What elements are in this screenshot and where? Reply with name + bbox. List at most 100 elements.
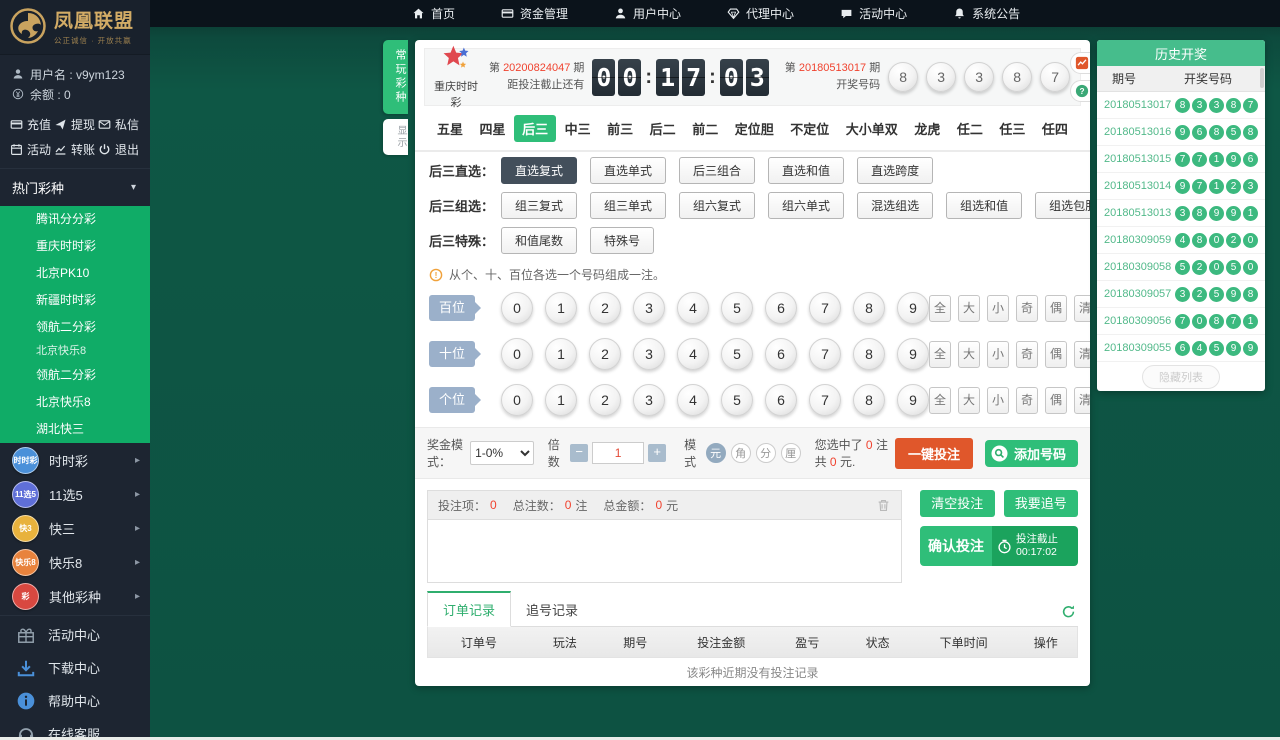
hot-lottery-item[interactable]: 重庆时时彩 <box>0 233 150 260</box>
favorite-lottery-tab[interactable]: 常玩彩种 <box>383 40 408 114</box>
nav-item-6[interactable]: 系统公告 <box>953 5 1020 22</box>
bet-option-和值尾数[interactable]: 和值尾数 <box>501 227 578 254</box>
digit-ball-6[interactable]: 6 <box>765 384 797 416</box>
multiple-input[interactable] <box>592 442 645 464</box>
clear-bets-button[interactable]: 清空投注 <box>920 490 995 517</box>
digit-ball-4[interactable]: 4 <box>677 292 709 324</box>
play-tab-定位胆[interactable]: 定位胆 <box>727 115 782 142</box>
quick-button-奇[interactable]: 奇 <box>1016 386 1038 414</box>
footer-下载中心[interactable]: 下载中心 <box>0 651 150 684</box>
quick-button-全[interactable]: 全 <box>929 294 951 322</box>
hot-lottery-item[interactable]: 湖北快三 <box>0 416 150 443</box>
quick-button-偶[interactable]: 偶 <box>1045 340 1067 368</box>
quick-button-清[interactable]: 清 <box>1074 340 1090 368</box>
digit-ball-7[interactable]: 7 <box>809 292 841 324</box>
digit-ball-5[interactable]: 5 <box>721 338 753 370</box>
nav-item-4[interactable]: 代理中心 <box>727 5 794 22</box>
digit-ball-3[interactable]: 3 <box>633 384 665 416</box>
chase-number-button[interactable]: 我要追号 <box>1003 490 1078 517</box>
nav-item-2[interactable]: 资金管理 <box>501 5 568 22</box>
digit-ball-2[interactable]: 2 <box>589 292 621 324</box>
mode-radio-角[interactable]: 角 <box>730 443 751 463</box>
order-tab-订单记录[interactable]: 订单记录 <box>427 591 512 627</box>
digit-ball-0[interactable]: 0 <box>501 338 533 370</box>
digit-ball-3[interactable]: 3 <box>633 338 665 370</box>
digit-ball-8[interactable]: 8 <box>853 292 885 324</box>
play-tab-后三[interactable]: 后三 <box>514 115 557 142</box>
hot-lottery-item[interactable]: 北京快乐8 <box>0 389 150 416</box>
digit-ball-5[interactable]: 5 <box>721 292 753 324</box>
quick-button-小[interactable]: 小 <box>987 294 1009 322</box>
bet-option-后三组合[interactable]: 后三组合 <box>679 157 756 184</box>
bet-option-组六单式[interactable]: 组六单式 <box>768 192 845 219</box>
play-tab-大小单双[interactable]: 大小单双 <box>838 115 906 142</box>
digit-ball-6[interactable]: 6 <box>765 292 797 324</box>
multiple-minus-button[interactable]: − <box>570 444 589 462</box>
digit-ball-7[interactable]: 7 <box>809 338 841 370</box>
play-tab-任三[interactable]: 任三 <box>991 115 1033 142</box>
bet-option-直选跨度[interactable]: 直选跨度 <box>857 157 934 184</box>
digit-ball-8[interactable]: 8 <box>853 338 885 370</box>
order-tab-追号记录[interactable]: 追号记录 <box>511 593 593 626</box>
refresh-icon[interactable] <box>1061 604 1076 619</box>
quick-button-大[interactable]: 大 <box>958 386 980 414</box>
scrollbar-thumb[interactable] <box>1260 68 1264 88</box>
quick-button-清[interactable]: 清 <box>1074 294 1090 322</box>
digit-ball-4[interactable]: 4 <box>677 384 709 416</box>
digit-ball-8[interactable]: 8 <box>853 384 885 416</box>
hot-lottery-item[interactable]: 腾讯分分彩 <box>0 206 150 233</box>
nav-item-1[interactable]: 首页 <box>412 5 455 22</box>
footer-活动中心[interactable]: 活动中心 <box>0 618 150 651</box>
bet-option-直选复式[interactable]: 直选复式 <box>501 157 578 184</box>
play-tab-前二[interactable]: 前二 <box>684 115 726 142</box>
bet-option-混选组选[interactable]: 混选组选 <box>857 192 934 219</box>
hide-list-button[interactable]: 隐藏列表 <box>1142 364 1220 389</box>
category-时时彩[interactable]: 时时彩 时时彩 ▸ <box>0 443 150 477</box>
digit-ball-6[interactable]: 6 <box>765 338 797 370</box>
quick-button-清[interactable]: 清 <box>1074 386 1090 414</box>
digit-ball-1[interactable]: 1 <box>545 292 577 324</box>
bet-option-特殊号[interactable]: 特殊号 <box>590 227 655 254</box>
mode-radio-分[interactable]: 分 <box>755 443 776 463</box>
bonus-mode-select[interactable]: 1-0% <box>470 441 534 465</box>
action-转账[interactable]: 转账 <box>54 141 98 158</box>
action-充值[interactable]: 充值 <box>10 116 54 133</box>
digit-ball-1[interactable]: 1 <box>545 338 577 370</box>
play-tab-后二[interactable]: 后二 <box>642 115 684 142</box>
digit-ball-9[interactable]: 9 <box>897 292 929 324</box>
digit-ball-9[interactable]: 9 <box>897 338 929 370</box>
quick-button-大[interactable]: 大 <box>958 294 980 322</box>
quick-button-偶[interactable]: 偶 <box>1045 386 1067 414</box>
bet-option-组三复式[interactable]: 组三复式 <box>501 192 578 219</box>
hot-lottery-item[interactable]: 北京PK10 <box>0 260 150 287</box>
digit-ball-9[interactable]: 9 <box>897 384 929 416</box>
quick-button-小[interactable]: 小 <box>987 340 1009 368</box>
quick-button-奇[interactable]: 奇 <box>1016 294 1038 322</box>
digit-ball-2[interactable]: 2 <box>589 384 621 416</box>
digit-ball-7[interactable]: 7 <box>809 384 841 416</box>
nav-item-5[interactable]: 活动中心 <box>840 5 907 22</box>
action-私信[interactable]: 私信 <box>98 116 142 133</box>
play-tab-前三[interactable]: 前三 <box>599 115 641 142</box>
show-tab[interactable]: 显示 <box>383 119 408 155</box>
action-退出[interactable]: 退出 <box>98 141 142 158</box>
quick-button-偶[interactable]: 偶 <box>1045 294 1067 322</box>
multiple-plus-button[interactable]: + <box>648 444 667 462</box>
bet-option-组选和值[interactable]: 组选和值 <box>946 192 1023 219</box>
mode-radio-元[interactable]: 元 <box>705 443 726 463</box>
play-tab-四星[interactable]: 四星 <box>472 115 514 142</box>
digit-ball-1[interactable]: 1 <box>545 384 577 416</box>
bet-option-组选包胆[interactable]: 组选包胆 <box>1035 192 1090 219</box>
digit-ball-3[interactable]: 3 <box>633 292 665 324</box>
number-trend-button[interactable]: 号码走势 <box>1070 52 1090 74</box>
footer-帮助中心[interactable]: 帮助中心 <box>0 684 150 717</box>
quick-button-小[interactable]: 小 <box>987 386 1009 414</box>
nav-item-3[interactable]: 用户中心 <box>614 5 681 22</box>
trash-icon[interactable] <box>876 498 891 513</box>
quick-button-奇[interactable]: 奇 <box>1016 340 1038 368</box>
action-提现[interactable]: 提现 <box>54 116 98 133</box>
confirm-bet-button[interactable]: 确认投注 投注截止 00:17:02 <box>920 526 1078 566</box>
hot-lottery-item[interactable]: 领航二分彩 <box>0 362 150 389</box>
action-活动[interactable]: 活动 <box>10 141 54 158</box>
quick-button-大[interactable]: 大 <box>958 340 980 368</box>
